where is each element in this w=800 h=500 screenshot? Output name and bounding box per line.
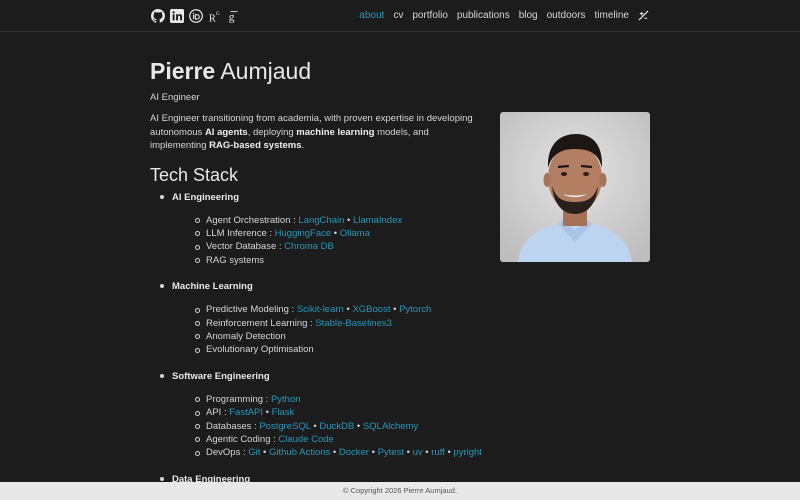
social-icons: RG g [150, 8, 241, 23]
nav-link-outdoors[interactable]: outdoors [547, 10, 586, 21]
separator: • [331, 227, 340, 239]
separator: • [422, 447, 432, 459]
nav-link-publications[interactable]: publications [457, 10, 510, 21]
footer: © Copyright 2026 Pierre Aumjaud. [0, 482, 800, 500]
first-name: Pierre [150, 58, 216, 84]
tool-link[interactable]: LangChain [298, 215, 344, 226]
tool-link[interactable]: Flask [272, 407, 295, 418]
tool-link[interactable]: DuckDB [319, 421, 354, 432]
tool-link[interactable]: LlamaIndex [353, 215, 402, 226]
separator: • [263, 407, 272, 419]
tech-item-label: API : [206, 407, 230, 419]
tech-item-label: Databases : [206, 420, 260, 432]
tech-category: Software Engineering Programming : Python… [160, 370, 650, 460]
tool-link[interactable]: Stable-Baselines3 [315, 318, 392, 329]
tool-link[interactable]: Github Actions [269, 447, 330, 458]
tech-item-label: Predictive Modeling : [206, 304, 297, 316]
nav-link-blog[interactable]: blog [519, 10, 538, 21]
separator: • [390, 304, 400, 316]
tech-item-label: Programming : [206, 393, 271, 405]
intro-bold: RAG-based systems [209, 140, 302, 151]
last-name: Aumjaud [220, 58, 312, 84]
tool-link[interactable]: Docker [339, 447, 369, 458]
theme-toggle-icon[interactable] [638, 9, 650, 21]
nav-link-cv[interactable]: cv [393, 10, 403, 21]
orcid-icon[interactable] [188, 8, 203, 23]
tool-link[interactable]: FastAPI [229, 407, 263, 418]
linkedin-icon[interactable] [169, 8, 184, 23]
tool-link[interactable]: SQLAlchemy [363, 421, 418, 432]
tool-link[interactable]: Python [271, 394, 301, 405]
tech-item: Predictive Modeling : Scikit-learn • XGB… [195, 303, 650, 316]
page-subtitle: AI Engineer [150, 92, 200, 103]
tech-item: Programming : Python [195, 393, 650, 406]
tool-link[interactable]: Pytest [378, 447, 404, 458]
intro-text: , deploying [247, 126, 297, 138]
tool-link[interactable]: Chroma DB [284, 241, 334, 252]
navbar: RG g about cv portfolio publications blo… [0, 0, 800, 32]
tech-item: Evolutionary Optimisation [195, 343, 650, 356]
tech-item-label: LLM Inference : [206, 227, 275, 239]
google-scholar-icon[interactable]: g [226, 8, 241, 23]
tool-link[interactable]: Git [248, 447, 260, 458]
tech-item-list: Predictive Modeling : Scikit-learn • XGB… [172, 303, 650, 357]
tool-link[interactable]: HuggingFace [275, 228, 332, 239]
separator: • [344, 214, 353, 226]
tech-item: DevOps : Git • Github Actions • Docker •… [195, 446, 650, 459]
tech-item-label: Vector Database : [206, 241, 285, 253]
tech-category-name: Software Engineering [172, 370, 270, 382]
tool-link[interactable]: XGBoost [352, 304, 390, 315]
nav-link-about[interactable]: about [359, 10, 384, 21]
tool-link[interactable]: Claude Code [278, 434, 333, 445]
tech-item-label: Reinforcement Learning : [206, 317, 316, 329]
tool-link[interactable]: Ollama [340, 228, 370, 239]
profile-photo [500, 112, 650, 262]
svg-text:g: g [228, 11, 234, 23]
tech-item: Agentic Coding : Claude Code [195, 433, 650, 446]
separator: • [403, 447, 413, 459]
separator: • [354, 420, 363, 432]
tech-item-label: DevOps : [206, 447, 249, 459]
intro-bold: AI agents [204, 126, 248, 138]
tech-item-label: Agent Orchestration : [206, 214, 299, 226]
tool-link[interactable]: Scikit-learn [297, 304, 344, 315]
nav-links: about cv portfolio publications blog out… [359, 9, 650, 21]
tech-category: Machine Learning Predictive Modeling : Sc… [160, 280, 650, 357]
tech-item-label: Agentic Coding : [206, 433, 279, 445]
tech-item: Anomaly Detection [195, 330, 650, 343]
tech-item-label: Anomaly Detection [206, 330, 286, 342]
svg-text:R: R [208, 13, 215, 23]
separator: • [330, 447, 339, 459]
intro-bold: machine learning [296, 126, 375, 138]
tech-item-list: Programming : Python API : FastAPI • Flas… [172, 393, 650, 460]
tech-item: API : FastAPI • Flask [195, 406, 650, 419]
tech-item: Reinforcement Learning : Stable-Baseline… [195, 317, 650, 330]
tech-item: Databases : PostgreSQL • DuckDB • SQLAlc… [195, 420, 650, 433]
tech-category-name: Machine Learning [172, 281, 253, 293]
tech-item-label: Evolutionary Optimisation [206, 344, 314, 356]
tool-link[interactable]: Pytorch [399, 304, 431, 315]
page-title: Pierre Aumjaud [150, 56, 650, 86]
researchgate-icon[interactable]: RG [207, 8, 222, 23]
svg-text:G: G [215, 11, 219, 17]
tool-link[interactable]: ruff [431, 447, 445, 458]
separator: • [260, 447, 269, 459]
tool-link[interactable]: uv [413, 447, 423, 458]
github-icon[interactable] [150, 8, 165, 23]
nav-link-timeline[interactable]: timeline [595, 10, 629, 21]
intro-paragraph: AI Engineer transitioning from academia,… [150, 112, 485, 153]
intro-text: . [301, 140, 305, 151]
tool-link[interactable]: pyright [453, 447, 482, 458]
nav-link-portfolio[interactable]: portfolio [412, 10, 448, 21]
tool-link[interactable]: PostgreSQL [259, 421, 310, 432]
tech-item-label: RAG systems [206, 254, 265, 266]
separator: • [368, 447, 378, 459]
